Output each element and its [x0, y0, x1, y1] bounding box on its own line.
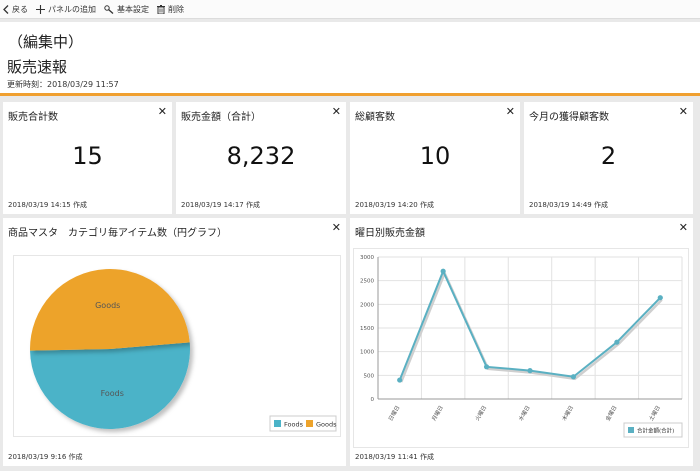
- panel-title: 今月の獲得顧客数: [529, 112, 609, 123]
- close-icon[interactable]: ✕: [679, 105, 688, 118]
- panel-title: 曜日別販売金額: [355, 228, 425, 239]
- y-tick-label: 3000: [360, 255, 374, 261]
- kpi-value: 10: [419, 142, 451, 170]
- x-tick-label: 金曜日: [603, 404, 618, 422]
- y-tick-label: 0: [371, 397, 375, 403]
- settings-button[interactable]: 基本設定: [104, 4, 149, 15]
- y-tick-label: 500: [364, 373, 375, 379]
- wrench-icon: [104, 4, 114, 14]
- line-chart-panel: 曜日別販売金額 ✕ 0 500 1000 1500 2000 2500 3000 日曜日 月曜日…: [350, 218, 693, 466]
- edit-mode-label: （編集中）: [8, 33, 84, 51]
- add-panel-button[interactable]: パネルの追加: [36, 4, 96, 15]
- back-label: 戻る: [12, 4, 28, 14]
- pie-chart-area: Foods Goods Foods Goods: [13, 255, 341, 437]
- pie-slice-label: Foods: [101, 389, 124, 398]
- x-tick-label: 月曜日: [431, 405, 445, 423]
- delete-label: 削除: [168, 4, 184, 14]
- close-icon[interactable]: ✕: [158, 105, 167, 118]
- panel-footer: 2018/03/19 11:41 作成: [355, 453, 434, 461]
- data-point: [483, 364, 490, 370]
- pie-chart-panel: 商品マスタ カテゴリ毎アイテム数（円グラフ） ✕ Foods Goods Foods…: [3, 218, 346, 466]
- panel-title: 販売金額（合計）: [181, 112, 261, 123]
- y-tick-label: 2000: [360, 302, 374, 308]
- panel-footer: 2018/03/19 14:49 作成: [529, 201, 608, 209]
- chevron-left-icon: [3, 4, 9, 14]
- kpi-value: 15: [72, 142, 103, 170]
- kpi-panel-total-customers: 総顧客数 ✕ 10 2018/03/19 14:20 作成: [350, 102, 520, 214]
- kpi-value: 2: [600, 142, 617, 170]
- trash-icon: [157, 4, 165, 14]
- pie-slice-foods: [30, 342, 191, 430]
- y-tick-label: 1000: [360, 350, 374, 356]
- panel-footer: 2018/03/19 9:16 作成: [8, 453, 83, 461]
- close-icon[interactable]: ✕: [506, 105, 515, 118]
- close-icon[interactable]: ✕: [332, 221, 341, 234]
- legend-label-goods: Goods: [316, 421, 337, 429]
- panel-title: 商品マスタ カテゴリ毎アイテム数（円グラフ）: [8, 228, 227, 239]
- delete-button[interactable]: 削除: [157, 4, 184, 15]
- kpi-panel-sales-amount: 販売金額（合計） ✕ 8,232 2018/03/19 14:17 作成: [176, 102, 346, 214]
- legend-label-foods: Foods: [284, 421, 304, 429]
- panel-title: 販売合計数: [8, 112, 58, 123]
- legend-label: 合計金額(合計): [637, 427, 674, 435]
- kpi-panel-new-customers: 今月の獲得顧客数 ✕ 2 2018/03/19 14:49 作成: [524, 102, 693, 214]
- line-chart-area: 0 500 1000 1500 2000 2500 3000 日曜日 月曜日 火曜日 水曜日 木曜日 金…: [353, 248, 689, 448]
- x-tick-label: 水曜日: [517, 404, 532, 422]
- data-point: [440, 268, 446, 274]
- panel-footer: 2018/03/19 14:15 作成: [8, 201, 87, 209]
- close-icon[interactable]: ✕: [332, 105, 341, 118]
- legend-swatch-goods: [306, 420, 313, 427]
- data-point: [570, 374, 577, 380]
- x-tick-label: 日曜日: [387, 405, 401, 423]
- pie-slice-label: Goods: [95, 301, 120, 310]
- data-point: [614, 339, 620, 345]
- y-tick-label: 2500: [360, 279, 374, 285]
- panel-title: 総顧客数: [355, 112, 395, 123]
- data-point: [527, 368, 533, 374]
- panel-footer: 2018/03/19 14:20 作成: [355, 201, 434, 209]
- x-tick-label: 土曜日: [647, 404, 662, 422]
- legend-swatch: [628, 427, 634, 433]
- panel-footer: 2018/03/19 14:17 作成: [181, 201, 260, 209]
- y-tick-label: 1500: [360, 326, 374, 332]
- settings-label: 基本設定: [117, 4, 149, 14]
- data-point: [657, 295, 663, 301]
- kpi-value: 8,232: [226, 142, 296, 170]
- plus-icon: [36, 4, 45, 14]
- updated-time: 更新時刻：2018/03/29 11:57: [7, 80, 119, 89]
- add-panel-label: パネルの追加: [48, 4, 96, 14]
- line-chart: 0 500 1000 1500 2000 2500 3000 日曜日 月曜日 火曜日 水曜日 木曜日 金…: [360, 255, 683, 438]
- back-button[interactable]: 戻る: [3, 4, 28, 15]
- x-tick-label: 火曜日: [474, 405, 488, 423]
- data-point: [397, 377, 403, 383]
- pie-chart: Foods Goods Foods Goods: [29, 269, 337, 432]
- kpi-panel-sales-count: 販売合計数 ✕ 15 2018/03/19 14:15 作成: [3, 102, 172, 214]
- close-icon[interactable]: ✕: [679, 221, 688, 234]
- x-tick-label: 木曜日: [560, 404, 575, 422]
- toolbar: 戻る パネルの追加 基本設定 削除: [0, 0, 700, 19]
- dashboard-header: （編集中） 販売速報 更新時刻：2018/03/29 11:57: [0, 22, 700, 96]
- page-title: 販売速報: [7, 58, 68, 76]
- legend-swatch-foods: [274, 420, 281, 427]
